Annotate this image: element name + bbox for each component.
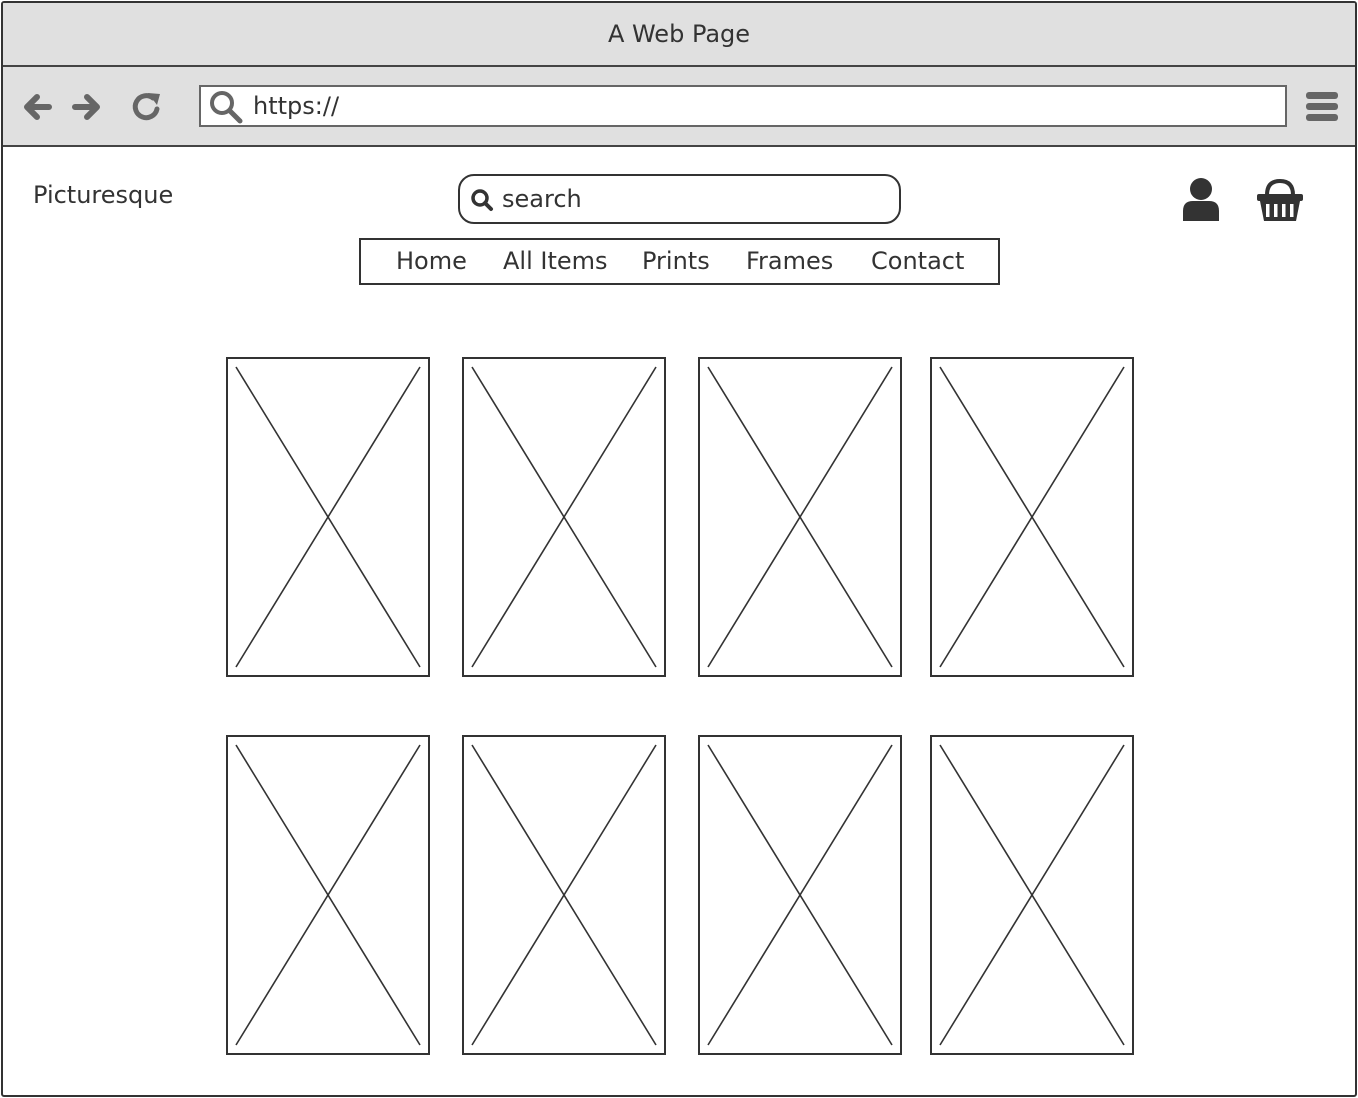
browser-window: A Web Page https:// Picturesque search H…: [1, 1, 1357, 1097]
image-placeholder[interactable]: [462, 357, 666, 677]
image-placeholder[interactable]: [698, 357, 902, 677]
search-placeholder: search: [502, 185, 582, 213]
window-title: A Web Page: [607, 20, 751, 48]
page-content: Picturesque search Home All Items Prints…: [3, 147, 1355, 1095]
image-placeholder[interactable]: [226, 357, 430, 677]
nav-item-prints[interactable]: Prints: [642, 240, 710, 283]
image-placeholder[interactable]: [462, 735, 666, 1055]
window-title-bar: A Web Page: [3, 3, 1355, 67]
basket-icon[interactable]: [1255, 179, 1305, 223]
search-icon: [471, 189, 493, 211]
search-input[interactable]: search: [458, 174, 901, 224]
user-icon[interactable]: [1181, 177, 1221, 223]
address-bar[interactable]: https://: [199, 85, 1287, 127]
image-placeholder[interactable]: [698, 735, 902, 1055]
brand-logo[interactable]: Picturesque: [33, 181, 173, 209]
nav-item-all-items[interactable]: All Items: [503, 240, 608, 283]
menu-icon[interactable]: [1303, 87, 1341, 125]
nav-item-home[interactable]: Home: [396, 240, 467, 283]
refresh-icon[interactable]: [129, 89, 165, 125]
nav-item-contact[interactable]: Contact: [871, 240, 964, 283]
back-arrow-icon[interactable]: [19, 89, 55, 125]
forward-arrow-icon[interactable]: [69, 89, 105, 125]
browser-toolbar: https://: [3, 67, 1355, 147]
image-placeholder[interactable]: [930, 735, 1134, 1055]
main-nav: Home All Items Prints Frames Contact: [359, 238, 1000, 285]
nav-item-frames[interactable]: Frames: [746, 240, 833, 283]
image-placeholder[interactable]: [226, 735, 430, 1055]
search-icon: [210, 91, 243, 124]
url-text: https://: [253, 92, 340, 120]
image-placeholder[interactable]: [930, 357, 1134, 677]
